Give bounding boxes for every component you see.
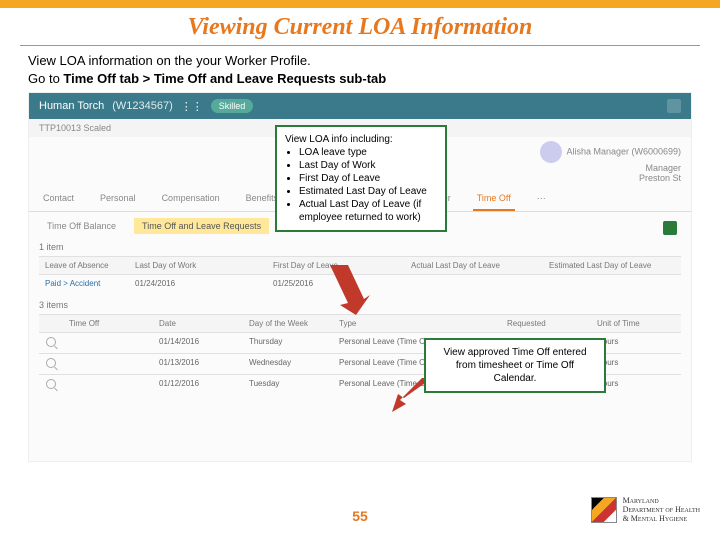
col-requested: Requested (501, 315, 591, 332)
cell-est-last (543, 275, 681, 292)
manager-role: Manager (540, 163, 681, 173)
col-est-last: Estimated Last Day of Leave (543, 257, 681, 274)
tab-compensation[interactable]: Compensation (158, 187, 224, 211)
worker-name: Human Torch (39, 100, 104, 112)
separator-icon: ⋮⋮ (181, 100, 203, 113)
maryland-flag-icon (591, 497, 617, 523)
cell-actual-last (405, 275, 543, 292)
callout-loa-info: View LOA info including: LOA leave type … (275, 125, 447, 232)
manager-addr: Preston St (540, 173, 681, 183)
subtab-balance[interactable]: Time Off Balance (39, 218, 124, 234)
view-icon[interactable] (39, 375, 63, 395)
slide-footer: 55 Maryland Department of Health & Menta… (0, 500, 720, 540)
manager-name: Alisha Manager (W6000699) (566, 147, 681, 157)
col-leave: Leave of Absence (39, 257, 129, 274)
col-date: Date (153, 315, 243, 332)
cell-last-work: 01/24/2016 (129, 275, 267, 292)
print-icon[interactable] (667, 99, 681, 113)
magnifier-icon (46, 379, 56, 389)
tab-contact[interactable]: Contact (39, 187, 78, 211)
slide-title: Viewing Current LOA Information (0, 8, 720, 45)
tab-personal[interactable]: Personal (96, 187, 140, 211)
cell-leave-type[interactable]: Paid > Accident (39, 275, 129, 292)
instruct-line-1: View LOA information on the your Worker … (28, 52, 692, 70)
worker-id: (W1234567) (112, 100, 173, 112)
loa-count: 1 item (29, 240, 691, 254)
view-icon[interactable] (39, 333, 63, 353)
callout-timeoff: View approved Time Off entered from time… (424, 338, 606, 393)
page-number: 55 (352, 508, 368, 524)
col-actual-last: Actual Last Day of Leave (405, 257, 543, 274)
col-timeoff: Time Off (63, 315, 153, 332)
worker-header: Human Torch (W1234567) ⋮⋮ Skilled (29, 93, 691, 119)
col-icon (39, 315, 63, 332)
col-unit: Unit of Time (591, 315, 681, 332)
col-dow: Day of the Week (243, 315, 333, 332)
tab-time-off[interactable]: Time Off (473, 187, 515, 211)
export-excel-icon[interactable] (663, 221, 677, 235)
callout-lead: View LOA info including: (285, 133, 437, 146)
top-accent-bar (0, 0, 720, 8)
divider (20, 45, 700, 46)
magnifier-icon (46, 337, 56, 347)
instruct-line-2: Go to Time Off tab > Time Off and Leave … (28, 70, 692, 88)
dept-logo: Maryland Department of Health & Mental H… (591, 496, 700, 523)
view-icon[interactable] (39, 354, 63, 374)
skilled-badge: Skilled (211, 99, 254, 113)
tab-more[interactable]: ⋯ (533, 187, 550, 211)
avatar-icon (540, 141, 562, 163)
col-last-work: Last Day of Work (129, 257, 267, 274)
magnifier-icon (46, 358, 56, 368)
subtab-requests[interactable]: Time Off and Leave Requests (134, 218, 269, 234)
arrow-icon (320, 265, 370, 315)
col-type: Type (333, 315, 501, 332)
instruction-text: View LOA information on the your Worker … (0, 52, 720, 88)
